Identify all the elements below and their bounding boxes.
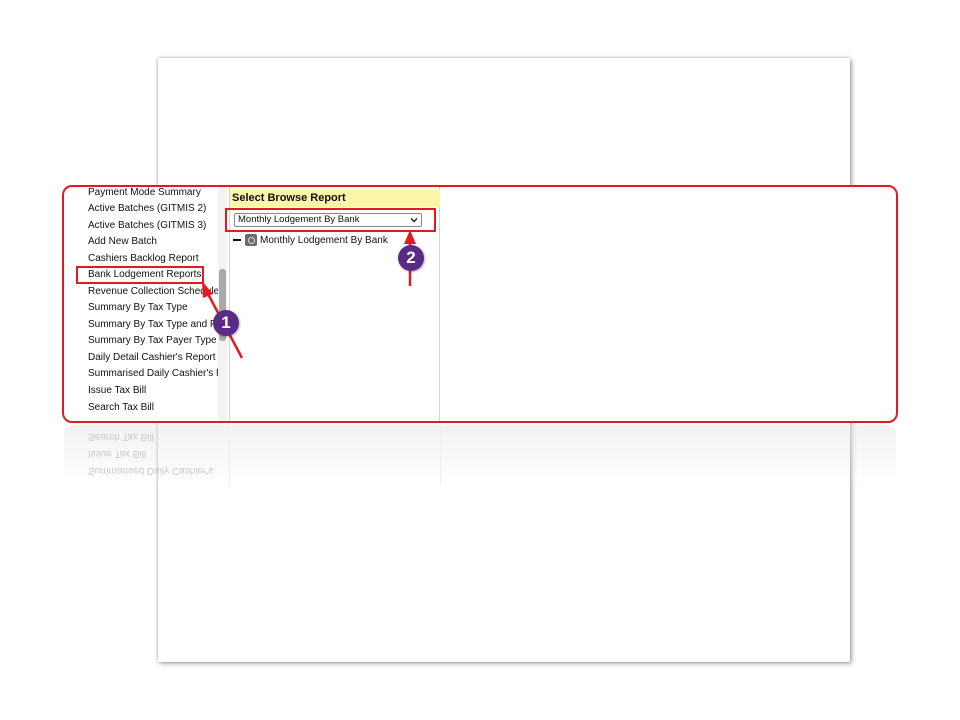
arrow-2-head: [404, 230, 416, 244]
arrow-1-head: [202, 281, 213, 298]
step-badge-2: 2: [398, 245, 424, 271]
callout-arrows: [202, 230, 416, 359]
step-badge-1: 1: [213, 310, 239, 336]
